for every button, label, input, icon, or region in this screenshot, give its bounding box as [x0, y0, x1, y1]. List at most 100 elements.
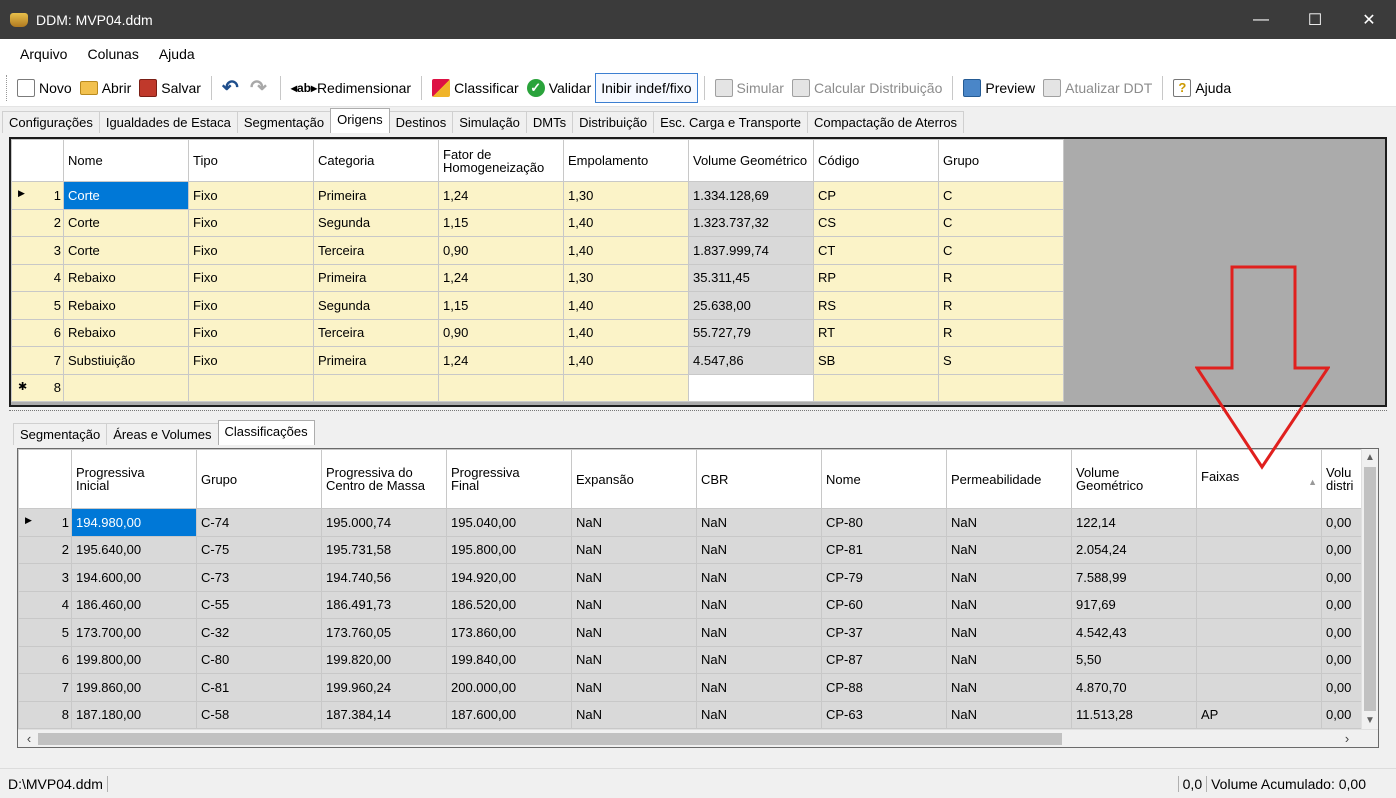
table-cell[interactable]: 195.040,00: [446, 508, 572, 537]
menu-ajuda[interactable]: Ajuda: [149, 46, 205, 62]
new-row-number[interactable]: ✱ 8: [11, 373, 64, 402]
table-cell[interactable]: CP-81: [821, 535, 947, 564]
table-row[interactable]: 6 Rebaixo Fixo Terceira 0,90 1,40 55.727,79 RT R: [11, 318, 1064, 347]
column-header-categoria[interactable]: Categoria: [313, 139, 439, 182]
table-cell[interactable]: [1196, 508, 1322, 537]
table-cell[interactable]: CP-79: [821, 563, 947, 592]
table-cell[interactable]: [688, 373, 814, 402]
table-cell[interactable]: [438, 373, 564, 402]
table-cell[interactable]: Fixo: [188, 236, 314, 265]
table-cell[interactable]: 199.800,00: [71, 645, 197, 674]
table-cell[interactable]: 1,30: [563, 181, 689, 210]
table-cell[interactable]: 0,00: [1321, 673, 1362, 702]
abrir-button[interactable]: Abrir: [76, 73, 136, 103]
ajuda-button[interactable]: ? Ajuda: [1169, 73, 1235, 103]
table-cell[interactable]: 173.700,00: [71, 618, 197, 647]
scroll-right-icon[interactable]: ›: [1338, 730, 1356, 747]
table-cell[interactable]: NaN: [946, 508, 1072, 537]
table-row[interactable]: 7 199.860,00 C-81 199.960,24 200.000,00 NaN Na…: [18, 673, 1362, 702]
table-cell[interactable]: NaN: [946, 700, 1072, 729]
table-cell[interactable]: NaN: [696, 535, 822, 564]
row-number[interactable]: 4: [11, 263, 64, 292]
table-cell[interactable]: 199.820,00: [321, 645, 447, 674]
table-cell[interactable]: NaN: [571, 700, 697, 729]
column-header-expansao[interactable]: Expansão: [571, 449, 697, 509]
table-cell[interactable]: 11.513,28: [1071, 700, 1197, 729]
table-cell[interactable]: Fixo: [188, 181, 314, 210]
tab-destinos[interactable]: Destinos: [388, 111, 454, 133]
tab-distribuicao[interactable]: Distribuição: [572, 111, 655, 133]
table-cell[interactable]: 1,30: [563, 263, 689, 292]
table-cell[interactable]: NaN: [571, 673, 697, 702]
minimize-button[interactable]: —: [1234, 0, 1288, 39]
tab-configuracoes[interactable]: Configurações: [2, 111, 100, 133]
inibir-button[interactable]: Inibir indef/fixo: [595, 72, 698, 103]
table-cell[interactable]: 195.731,58: [321, 535, 447, 564]
table-cell[interactable]: 1.837.999,74: [688, 236, 814, 265]
table-cell[interactable]: CP-63: [821, 700, 947, 729]
row-number[interactable]: 2: [18, 535, 72, 564]
row-number[interactable]: 7: [18, 673, 72, 702]
table-cell[interactable]: Fixo: [188, 318, 314, 347]
table-cell[interactable]: NaN: [571, 618, 697, 647]
table-cell[interactable]: RT: [813, 318, 939, 347]
table-cell[interactable]: 173.760,05: [321, 618, 447, 647]
table-cell[interactable]: 0,00: [1321, 563, 1362, 592]
table-cell[interactable]: Fixo: [188, 263, 314, 292]
column-header-grupo[interactable]: Grupo: [196, 449, 322, 509]
column-header-grupo[interactable]: Grupo: [938, 139, 1064, 182]
redo-button[interactable]: ↷: [246, 73, 274, 103]
table-cell[interactable]: 195.640,00: [71, 535, 197, 564]
tab-areas-e-volumes[interactable]: Áreas e Volumes: [106, 423, 219, 445]
table-cell[interactable]: NaN: [571, 590, 697, 619]
column-header-permeabilidade[interactable]: Permeabilidade: [946, 449, 1072, 509]
table-cell[interactable]: R: [938, 318, 1064, 347]
table-cell[interactable]: C-75: [196, 535, 322, 564]
table-cell[interactable]: 1.334.128,69: [688, 181, 814, 210]
column-header-volume-geometrico[interactable]: Volume Geométrico: [688, 139, 814, 182]
table-cell[interactable]: 1,24: [438, 263, 564, 292]
table-cell[interactable]: 1,40: [563, 346, 689, 375]
table-cell[interactable]: 200.000,00: [446, 673, 572, 702]
table-cell[interactable]: NaN: [571, 645, 697, 674]
table-cell[interactable]: NaN: [946, 590, 1072, 619]
table-cell[interactable]: 1,24: [438, 346, 564, 375]
table-cell[interactable]: C-81: [196, 673, 322, 702]
table-row[interactable]: 4 186.460,00 C-55 186.491,73 186.520,00 NaN Na…: [18, 590, 1362, 619]
table-cell[interactable]: 4.870,70: [1071, 673, 1197, 702]
table-cell[interactable]: NaN: [696, 563, 822, 592]
calcular-button[interactable]: Calcular Distribuição: [788, 73, 946, 103]
tab-origens[interactable]: Origens: [330, 108, 390, 133]
table-cell[interactable]: 173.860,00: [446, 618, 572, 647]
table-cell[interactable]: Rebaixo: [63, 291, 189, 320]
column-header-progressiva-final[interactable]: Progressiva Final: [446, 449, 572, 509]
table-cell[interactable]: RP: [813, 263, 939, 292]
classificacoes-grid[interactable]: Progressiva Inicial Grupo Progressiva do C…: [17, 448, 1379, 748]
table-cell[interactable]: 0,00: [1321, 700, 1362, 729]
table-cell[interactable]: R: [938, 291, 1064, 320]
table-cell[interactable]: [1196, 618, 1322, 647]
table-cell[interactable]: 186.520,00: [446, 590, 572, 619]
table-cell[interactable]: 187.600,00: [446, 700, 572, 729]
table-cell[interactable]: 187.180,00: [71, 700, 197, 729]
table-cell[interactable]: 0,90: [438, 318, 564, 347]
table-cell[interactable]: 194.740,56: [321, 563, 447, 592]
table-cell[interactable]: C-80: [196, 645, 322, 674]
table-cell[interactable]: 25.638,00: [688, 291, 814, 320]
row-number[interactable]: 3: [18, 563, 72, 592]
table-row[interactable]: ▶ 1 194.980,00 C-74 195.000,74 195.040,00 NaN N…: [18, 508, 1362, 537]
table-cell[interactable]: 35.311,45: [688, 263, 814, 292]
table-cell[interactable]: 1,15: [438, 291, 564, 320]
tab-compactacao-de-aterros[interactable]: Compactação de Aterros: [806, 111, 965, 133]
table-cell[interactable]: NaN: [571, 535, 697, 564]
classificar-button[interactable]: Classificar: [428, 73, 523, 103]
table-cell[interactable]: NaN: [696, 673, 822, 702]
table-cell[interactable]: [1196, 590, 1322, 619]
table-cell[interactable]: 0,90: [438, 236, 564, 265]
table-cell[interactable]: 194.980,00: [71, 508, 197, 537]
table-cell[interactable]: CP-37: [821, 618, 947, 647]
table-cell[interactable]: RS: [813, 291, 939, 320]
table-row[interactable]: 7 Substiuição Fixo Primeira 1,24 1,40 4.547,86…: [11, 346, 1064, 375]
table-cell[interactable]: [938, 373, 1064, 402]
table-cell[interactable]: 4.542,43: [1071, 618, 1197, 647]
